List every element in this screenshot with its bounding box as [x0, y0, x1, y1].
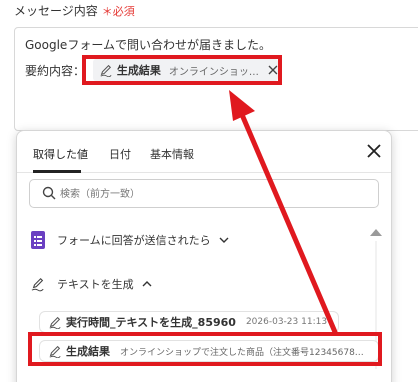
- item-name: 実行時間_テキストを生成_85960: [66, 316, 236, 329]
- list-item-execution-time[interactable]: 実行時間_テキストを生成_85960 2026-03-23 11:13: [39, 311, 339, 333]
- message-line-2-label: 要約内容：: [25, 64, 86, 78]
- tab-date[interactable]: 日付: [109, 146, 131, 162]
- chevron-up-icon: [142, 281, 152, 287]
- tab-acquired-values[interactable]: 取得した値: [33, 146, 88, 162]
- google-forms-icon: [31, 231, 45, 249]
- message-line-1: Googleフォームで問い合わせが届きました。: [25, 38, 271, 52]
- search-input[interactable]: [60, 184, 360, 204]
- item-timestamp: 2026-03-23 11:13: [245, 317, 328, 327]
- section-text-generation[interactable]: テキストを生成: [31, 275, 152, 293]
- section-form-submitted[interactable]: フォームに回答が送信されたら: [31, 231, 229, 249]
- tab-basic-info[interactable]: 基本情報: [150, 146, 194, 162]
- section-label: フォームに回答が送信されたら: [57, 234, 211, 247]
- close-icon[interactable]: [366, 143, 382, 159]
- field-label-text: メッセージ内容: [14, 4, 98, 18]
- search-icon: [42, 186, 56, 200]
- section-label: テキストを生成: [57, 278, 134, 291]
- scroll-up-icon[interactable]: [369, 227, 383, 237]
- active-tab-indicator: [33, 170, 81, 173]
- highlight-item-box: [28, 332, 382, 366]
- tab-bar: 取得した値 日付 基本情報: [17, 131, 391, 173]
- pen-icon: [31, 277, 44, 292]
- search-box[interactable]: [29, 179, 379, 208]
- required-badge: ＊必須: [101, 5, 135, 18]
- chevron-down-icon: [219, 237, 229, 243]
- pen-icon: [49, 316, 61, 329]
- highlight-chip-box: [82, 55, 282, 85]
- field-label: メッセージ内容 ＊必須: [14, 2, 135, 19]
